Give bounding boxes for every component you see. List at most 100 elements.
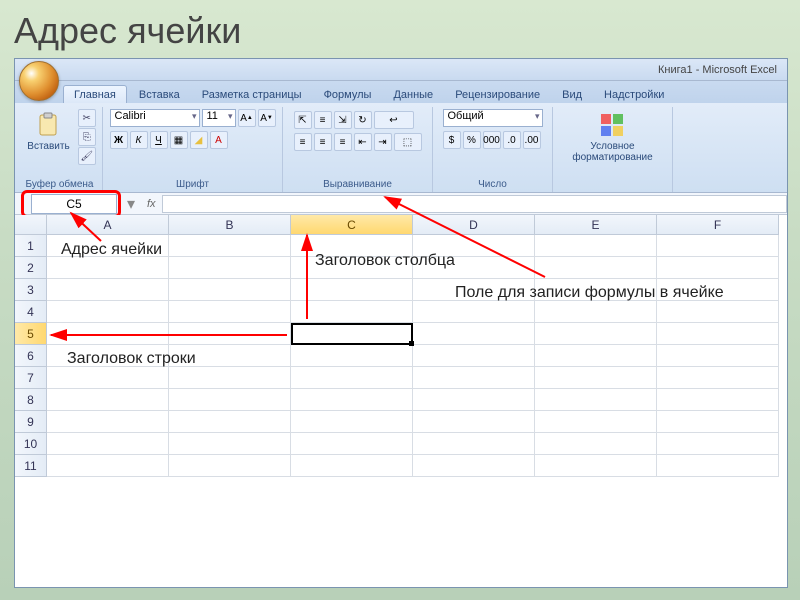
cell[interactable] bbox=[47, 455, 169, 477]
cell[interactable] bbox=[535, 257, 657, 279]
cell[interactable] bbox=[169, 433, 291, 455]
grow-font-button[interactable]: A▲ bbox=[238, 109, 256, 127]
row-header-1[interactable]: 1 bbox=[15, 235, 47, 257]
cell[interactable] bbox=[413, 389, 535, 411]
cell[interactable] bbox=[413, 345, 535, 367]
increase-decimal-button[interactable]: .0 bbox=[503, 131, 521, 149]
copy-button[interactable]: ⎘ bbox=[78, 128, 96, 146]
fill-color-button[interactable]: ◢ bbox=[190, 131, 208, 149]
office-button[interactable] bbox=[19, 61, 59, 101]
align-right-button[interactable]: ≡ bbox=[334, 133, 352, 151]
cell[interactable] bbox=[47, 433, 169, 455]
cell[interactable] bbox=[47, 367, 169, 389]
name-box-dropdown[interactable]: ▾ bbox=[121, 194, 141, 214]
tab-view[interactable]: Вид bbox=[552, 86, 592, 103]
align-bottom-button[interactable]: ⇲ bbox=[334, 111, 352, 129]
cell[interactable] bbox=[47, 323, 169, 345]
increase-indent-button[interactable]: ⇥ bbox=[374, 133, 392, 151]
cell[interactable] bbox=[657, 389, 779, 411]
row-header-3[interactable]: 3 bbox=[15, 279, 47, 301]
row-header-5[interactable]: 5 bbox=[15, 323, 47, 345]
cell[interactable] bbox=[169, 389, 291, 411]
cell[interactable] bbox=[47, 411, 169, 433]
currency-button[interactable]: $ bbox=[443, 131, 461, 149]
tab-page-layout[interactable]: Разметка страницы bbox=[192, 86, 312, 103]
cell[interactable] bbox=[657, 323, 779, 345]
cell[interactable] bbox=[657, 257, 779, 279]
cell[interactable] bbox=[291, 433, 413, 455]
cell[interactable] bbox=[169, 323, 291, 345]
fx-label[interactable]: fx bbox=[141, 198, 162, 210]
tab-data[interactable]: Данные bbox=[383, 86, 443, 103]
cell[interactable] bbox=[535, 455, 657, 477]
merge-button[interactable]: ⬚ bbox=[394, 133, 422, 151]
cell[interactable] bbox=[535, 367, 657, 389]
cell[interactable] bbox=[169, 279, 291, 301]
align-middle-button[interactable]: ≡ bbox=[314, 111, 332, 129]
cell[interactable] bbox=[291, 411, 413, 433]
cell[interactable] bbox=[47, 389, 169, 411]
border-button[interactable]: ▦ bbox=[170, 131, 188, 149]
cell[interactable] bbox=[535, 301, 657, 323]
cell[interactable] bbox=[291, 345, 413, 367]
row-header-11[interactable]: 11 bbox=[15, 455, 47, 477]
row-header-9[interactable]: 9 bbox=[15, 411, 47, 433]
font-size-combo[interactable]: 11 bbox=[202, 109, 236, 127]
row-header-7[interactable]: 7 bbox=[15, 367, 47, 389]
row-header-8[interactable]: 8 bbox=[15, 389, 47, 411]
cell[interactable] bbox=[535, 433, 657, 455]
orientation-button[interactable]: ↻ bbox=[354, 111, 372, 129]
cell[interactable] bbox=[169, 455, 291, 477]
cell[interactable] bbox=[413, 323, 535, 345]
cell[interactable] bbox=[169, 257, 291, 279]
cell[interactable] bbox=[169, 411, 291, 433]
cell[interactable] bbox=[291, 367, 413, 389]
tab-addins[interactable]: Надстройки bbox=[594, 86, 674, 103]
col-header-d[interactable]: D bbox=[413, 215, 535, 235]
col-header-c[interactable]: C bbox=[291, 215, 413, 235]
tab-home[interactable]: Главная bbox=[63, 85, 127, 103]
cell[interactable] bbox=[657, 367, 779, 389]
col-header-f[interactable]: F bbox=[657, 215, 779, 235]
cell[interactable] bbox=[169, 367, 291, 389]
cell[interactable] bbox=[413, 367, 535, 389]
cell[interactable] bbox=[291, 389, 413, 411]
cell[interactable] bbox=[657, 301, 779, 323]
col-header-e[interactable]: E bbox=[535, 215, 657, 235]
cell[interactable] bbox=[291, 455, 413, 477]
cell[interactable] bbox=[413, 455, 535, 477]
align-center-button[interactable]: ≡ bbox=[314, 133, 332, 151]
cell[interactable] bbox=[47, 301, 169, 323]
cell[interactable] bbox=[291, 301, 413, 323]
paste-button[interactable]: Вставить bbox=[23, 109, 73, 154]
cell[interactable] bbox=[47, 257, 169, 279]
cell[interactable] bbox=[657, 345, 779, 367]
conditional-formatting-button[interactable]: Условное форматирование bbox=[568, 109, 656, 165]
name-box[interactable]: C5 bbox=[31, 194, 117, 214]
cell[interactable] bbox=[169, 235, 291, 257]
cell[interactable] bbox=[535, 235, 657, 257]
bold-button[interactable]: Ж bbox=[110, 131, 128, 149]
number-format-combo[interactable]: Общий bbox=[443, 109, 543, 127]
font-name-combo[interactable]: Calibri bbox=[110, 109, 200, 127]
col-header-b[interactable]: B bbox=[169, 215, 291, 235]
cell[interactable] bbox=[169, 301, 291, 323]
cell[interactable] bbox=[657, 455, 779, 477]
active-cell[interactable] bbox=[291, 323, 413, 345]
font-color-button[interactable]: A bbox=[210, 131, 228, 149]
cell[interactable] bbox=[47, 279, 169, 301]
shrink-font-button[interactable]: A▼ bbox=[258, 109, 276, 127]
cell[interactable] bbox=[657, 411, 779, 433]
select-all-corner[interactable] bbox=[15, 215, 47, 235]
tab-insert[interactable]: Вставка bbox=[129, 86, 190, 103]
tab-formulas[interactable]: Формулы bbox=[314, 86, 382, 103]
col-header-a[interactable]: A bbox=[47, 215, 169, 235]
cell[interactable] bbox=[657, 235, 779, 257]
row-header-2[interactable]: 2 bbox=[15, 257, 47, 279]
decrease-decimal-button[interactable]: .00 bbox=[523, 131, 541, 149]
cell[interactable] bbox=[413, 411, 535, 433]
row-header-4[interactable]: 4 bbox=[15, 301, 47, 323]
cell[interactable] bbox=[657, 433, 779, 455]
decrease-indent-button[interactable]: ⇤ bbox=[354, 133, 372, 151]
formula-input[interactable] bbox=[162, 195, 787, 213]
